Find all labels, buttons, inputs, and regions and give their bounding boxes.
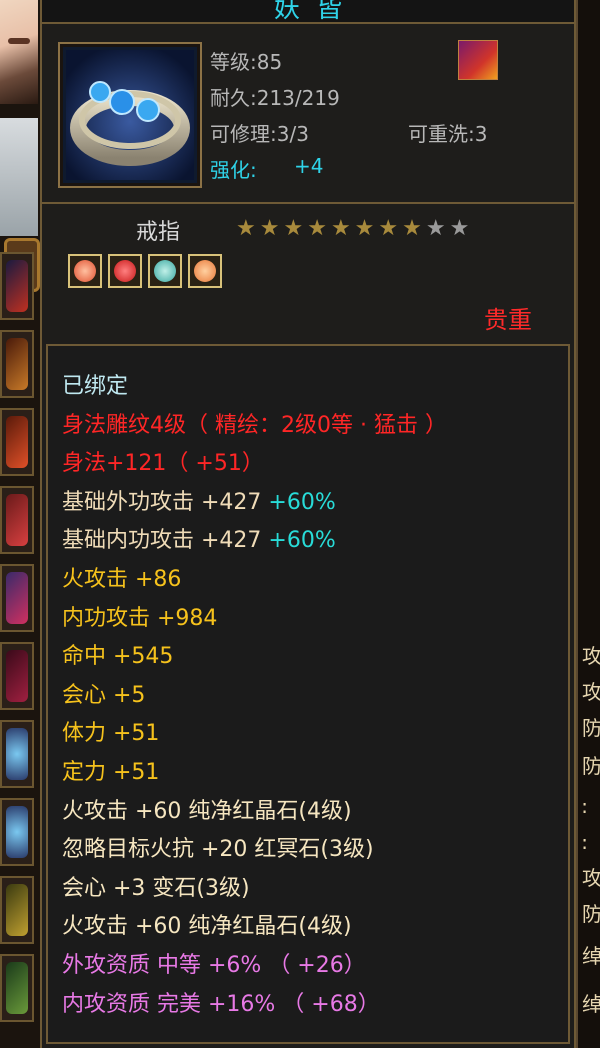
right-edge-char: 攻: [582, 866, 600, 890]
gem-crit-attr: 会心 +3 变石(3级): [62, 875, 250, 901]
ring-icon: [66, 50, 194, 180]
item-durability: 耐久:213/219: [210, 86, 340, 110]
belt-icon: [6, 650, 28, 702]
carving-attr: 身法雕纹4级（ 精绘：2级0等 · 猛击 ）: [62, 412, 447, 438]
right-edge-char: 绰: [582, 944, 600, 968]
gem-socket-1[interactable]: [68, 254, 102, 288]
agility-attr: 身法+121（ +51）: [62, 451, 264, 477]
buff-icon: [458, 40, 498, 80]
gem-socket-3[interactable]: [148, 254, 182, 288]
right-edge-char: 防: [582, 754, 600, 778]
mask-icon: [6, 962, 28, 1014]
equip-slot-mask[interactable]: [0, 954, 34, 1022]
character-portrait: [0, 0, 38, 104]
equip-slot-belt[interactable]: [0, 642, 34, 710]
section-divider: [42, 202, 574, 204]
right-edge-char: 攻: [582, 680, 600, 704]
star-filled-icon: ★: [330, 216, 351, 241]
fire-attack-attr: 火攻击 +86: [62, 566, 182, 592]
star-rating: ★ ★ ★ ★ ★ ★ ★ ★ ★ ★: [236, 218, 469, 240]
star-empty-icon: ★: [425, 216, 446, 241]
gem-sockets: [68, 254, 222, 288]
star-filled-icon: ★: [259, 216, 280, 241]
item-title: 妖 皆: [274, 0, 347, 24]
gem-fire-attr-2: 火攻击 +60 纯净红晶石(4级): [62, 914, 352, 940]
gem-ignore-fire-attr: 忽略目标火抗 +20 红冥石(3级): [62, 837, 374, 863]
equip-slot-helm[interactable]: [0, 330, 34, 398]
base-ext-attack-pct: +60%: [268, 489, 336, 515]
shoulder-icon: [6, 416, 28, 468]
ring-slot-icon: [6, 806, 28, 858]
star-empty-icon: ★: [449, 216, 470, 241]
bound-status: 已绑定: [62, 374, 129, 399]
rarity-label: 贵重: [484, 306, 532, 334]
star-filled-icon: ★: [283, 216, 304, 241]
star-filled-icon: ★: [378, 216, 399, 241]
red-gem-icon: [74, 260, 96, 282]
stamina-attr: 体力 +51: [62, 721, 160, 747]
equip-slot-ring-1[interactable]: [0, 720, 34, 788]
equip-slot-amulet[interactable]: [0, 876, 34, 944]
equip-slot-cloak[interactable]: [0, 486, 34, 554]
enhance-label: 强化:: [210, 158, 257, 182]
item-tooltip-panel: 妖 皆 等级:85 耐久:213/219 可修理:3/3 可重洗:3 强化: +…: [40, 0, 576, 1048]
int-quality-attr: 内攻资质 完美 +16% （ +68）: [62, 991, 380, 1017]
ext-quality-attr: 外攻资质 中等 +6% （ +26）: [62, 952, 366, 978]
teal-gem-icon: [154, 260, 176, 282]
crit-attr: 会心 +5: [62, 682, 146, 708]
gem-fire-attr-1: 火攻击 +60 纯净红晶石(4级): [62, 798, 352, 824]
blade-icon: [6, 260, 28, 312]
title-bar: 妖 皆: [42, 0, 574, 24]
equip-slot-ring-2[interactable]: [0, 798, 34, 866]
item-level: 等级:85: [210, 50, 283, 74]
right-edge-char: 攻: [582, 644, 600, 668]
right-edge-char: ∶: [582, 796, 588, 820]
right-edge-char: 防: [582, 902, 600, 926]
star-filled-icon: ★: [402, 216, 422, 241]
character-outfit-panel: [0, 118, 40, 292]
star-filled-icon: ★: [307, 216, 327, 241]
gem-socket-4[interactable]: [188, 254, 222, 288]
orange-gem-icon: [194, 260, 216, 282]
int-attack-attr: 内功攻击 +984: [62, 605, 218, 631]
item-repairable: 可修理:3/3: [210, 122, 309, 146]
attribute-list: 已绑定 身法雕纹4级（ 精绘：2级0等 · 猛击 ） 身法+121（ +51） …: [62, 368, 447, 1024]
base-ext-attack-row: 基础外功攻击 +427 +60%: [62, 484, 447, 523]
star-filled-icon: ★: [354, 216, 375, 241]
right-edge-char: 绰: [582, 992, 600, 1016]
right-edge-char: ∶: [582, 832, 588, 856]
amulet-icon: [6, 884, 28, 936]
base-int-attack: 基础内功攻击 +427: [62, 528, 262, 554]
attribute-box: 已绑定 身法雕纹4级（ 精绘：2级0等 · 猛击 ） 身法+121（ +51） …: [46, 344, 570, 1044]
equip-slot-weapon[interactable]: [0, 252, 34, 320]
base-int-attack-row: 基础内功攻击 +427 +60%: [62, 522, 447, 561]
left-equipment-strip: [0, 0, 40, 1048]
equip-slot-chest[interactable]: [0, 564, 34, 632]
item-rewashable: 可重洗:3: [408, 122, 488, 146]
base-int-attack-pct: +60%: [268, 528, 336, 554]
right-stat-strip: 攻 攻 防 防 ∶ ∶ 攻 防 绰 绰: [576, 0, 600, 1048]
ring-slot-icon: [6, 728, 28, 780]
gem-socket-2[interactable]: [108, 254, 142, 288]
item-icon-frame: [58, 42, 202, 188]
ruby-gem-icon: [114, 260, 136, 282]
portrait-eye: [8, 38, 30, 44]
hit-attr: 命中 +545: [62, 644, 174, 670]
cloak-icon: [6, 494, 28, 546]
focus-attr: 定力 +51: [62, 759, 160, 785]
helm-icon: [6, 338, 28, 390]
base-ext-attack: 基础外功攻击 +427: [62, 489, 262, 515]
chest-icon: [6, 572, 28, 624]
enhance-value: +4: [294, 154, 324, 178]
equip-slot-shoulder[interactable]: [0, 408, 34, 476]
item-type: 戒指: [136, 220, 181, 245]
star-filled-icon: ★: [236, 216, 256, 241]
right-edge-char: 防: [582, 716, 600, 740]
